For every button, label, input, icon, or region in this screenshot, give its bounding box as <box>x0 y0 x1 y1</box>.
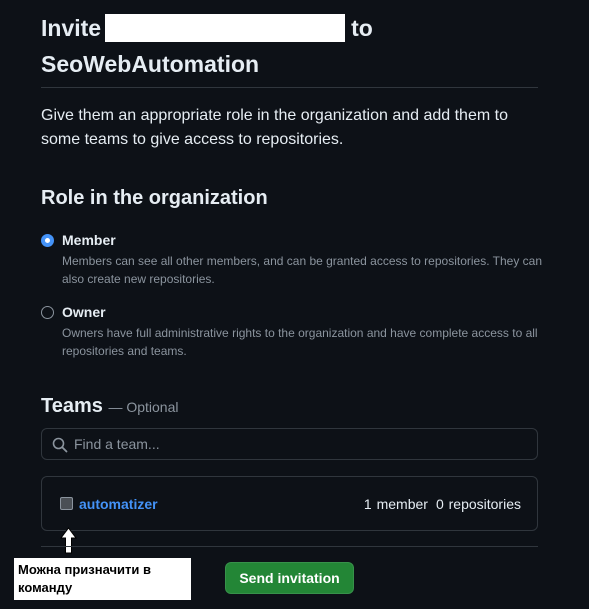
invite-prefix: Invite <box>41 15 102 41</box>
team-search-box[interactable] <box>41 428 538 460</box>
footer-divider <box>41 546 538 547</box>
header-divider <box>41 87 538 88</box>
owner-radio[interactable] <box>41 306 54 319</box>
redacted-username <box>105 13 346 42</box>
member-description: Members can see all other members, and c… <box>62 254 543 286</box>
team-list: automatizer 1 member 0 repositories <box>41 476 538 531</box>
team-checkbox[interactable] <box>60 497 73 510</box>
intro-text: Give them an appropriate role in the org… <box>41 107 508 148</box>
invite-heading: Invite to SeoWebAutomation <box>41 10 541 82</box>
owner-label[interactable]: Owner <box>62 304 106 320</box>
teams-optional-label: — Optional <box>108 399 179 415</box>
member-radio[interactable] <box>41 234 54 247</box>
invite-suffix: to <box>351 15 373 41</box>
team-search-input[interactable] <box>74 429 529 459</box>
team-member-count: 1 member <box>363 496 428 512</box>
team-repo-count: 0 repositories <box>435 496 521 512</box>
organization-name: SeoWebAutomation <box>41 51 260 77</box>
teams-title: Teams <box>41 395 103 417</box>
send-invitation-button[interactable]: Send invitation <box>225 562 354 594</box>
arrow-up-icon <box>60 527 77 554</box>
role-section-title: Role in the organization <box>41 187 268 209</box>
teams-section-title: Teams — Optional <box>41 395 179 418</box>
annotation-note: Можна призначити в команду <box>14 558 191 600</box>
team-name-link[interactable]: automatizer <box>79 496 158 512</box>
owner-description: Owners have full administrative rights t… <box>62 326 538 358</box>
team-stats: 1 member 0 repositories <box>364 496 521 512</box>
search-icon <box>52 437 68 453</box>
member-label[interactable]: Member <box>62 232 116 248</box>
